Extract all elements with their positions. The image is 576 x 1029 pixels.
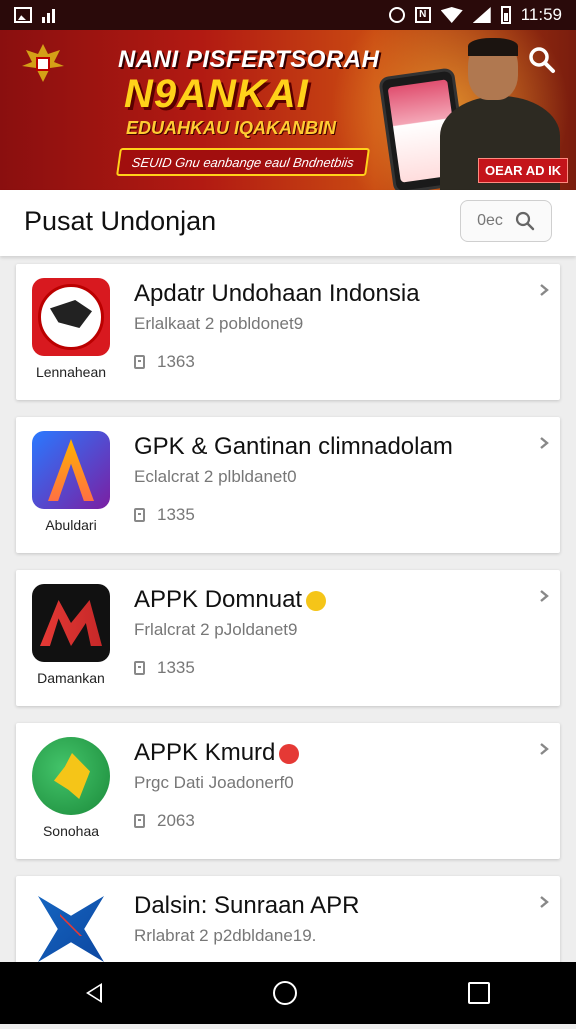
- emoji-icon: [279, 743, 300, 764]
- app-size: 2063: [157, 811, 195, 830]
- app-title: APPK Domnuat: [134, 586, 327, 614]
- app-logo-caption: Sonohaa: [42, 823, 100, 839]
- chevron-right-icon: [540, 896, 549, 908]
- battery-icon: [500, 6, 511, 24]
- app-logo-caption: Abuldari: [45, 517, 97, 533]
- banner-title-line2: N9ANKAI: [124, 72, 309, 116]
- chevron-right-icon: [540, 437, 549, 449]
- app-list: Lennahean Apdatr Undohaan Indonsia Erlal…: [16, 264, 560, 1029]
- app-size: 1363: [157, 352, 195, 371]
- search-input[interactable]: 0ec: [460, 200, 552, 242]
- app-subtitle: Rrlabrat 2 p2dbldane19.: [134, 926, 317, 945]
- app-logo-caption: Lennahean: [35, 364, 107, 380]
- file-size-icon: [134, 661, 145, 675]
- alarm-icon: [388, 7, 405, 23]
- search-placeholder: 0ec: [477, 212, 503, 229]
- app-title-text: APPK Domnuat: [134, 586, 303, 613]
- app-title: GPK & Gantinan climnadolam: [134, 433, 453, 460]
- status-bar: N 11:59: [0, 0, 576, 30]
- app-subtitle: Frlalcrat 2 pJoldanet9: [134, 620, 298, 639]
- file-size-icon: [134, 355, 145, 369]
- back-icon[interactable]: [85, 983, 102, 1003]
- chevron-right-icon: [540, 590, 549, 602]
- app-title-text: Dalsin: Sunraan APR: [134, 892, 360, 919]
- banner-cta-button[interactable]: OEAR AD IK: [478, 158, 569, 183]
- wifi-icon: [440, 7, 463, 23]
- banner-tagline: SEUID Gnu eanbange eaul Bndnetbiis: [116, 148, 370, 176]
- garuda-emblem-icon: [22, 44, 64, 82]
- app-logo-icon: [32, 431, 110, 509]
- search-icon[interactable]: [528, 46, 556, 74]
- list-item[interactable]: Lennahean Apdatr Undohaan Indonsia Erlal…: [16, 264, 560, 400]
- app-subtitle: Eclalcrat 2 plbldanet0: [134, 467, 297, 486]
- banner-title-line3: EDUAHKAU IQAKANBIN: [126, 118, 336, 138]
- app-logo-icon: [32, 584, 110, 662]
- page-title: Pusat Undonjan: [24, 206, 217, 236]
- nfc-icon: N: [414, 7, 431, 23]
- cell-signal-icon: [472, 7, 491, 23]
- list-item[interactable]: Abuldari GPK & Gantinan climnadolam Ecla…: [16, 417, 560, 553]
- search-icon: [515, 211, 535, 231]
- clock: 11:59: [520, 5, 562, 24]
- app-title-text: APPK Kmurd: [134, 739, 276, 766]
- list-item[interactable]: Damankan APPK Domnuat Frlalcrat 2 pJolda…: [16, 570, 560, 706]
- app-title: APPK Kmurd: [134, 739, 300, 767]
- app-logo-caption: Damankan: [37, 670, 105, 686]
- emoji-icon: [306, 590, 327, 611]
- app-logo-icon: [32, 890, 110, 968]
- file-size-icon: [134, 814, 145, 828]
- chevron-right-icon: [540, 743, 549, 755]
- page-header: Pusat Undonjan 0ec: [0, 190, 576, 256]
- banner-title-line1: NANI PISFERTSORAH: [118, 46, 380, 73]
- app-subtitle: Erlalkaat 2 pobldonet9: [134, 314, 304, 333]
- app-size: 1335: [157, 505, 195, 524]
- app-title: Dalsin: Sunraan APR: [134, 892, 359, 920]
- app-logo-icon: [32, 737, 110, 815]
- home-icon[interactable]: [272, 981, 297, 1005]
- app-title: Apdatr Undohaan Indonsia: [134, 280, 420, 307]
- app-subtitle: Prgc Dati Joadonerf0: [134, 773, 294, 792]
- chevron-right-icon: [540, 284, 549, 296]
- file-size-icon: [134, 508, 145, 522]
- chart-notification-icon: [42, 7, 60, 23]
- promo-banner[interactable]: NANI PISFERTSORAH N9ANKAI EDUAHKAU IQAKA…: [0, 30, 576, 190]
- recent-apps-icon[interactable]: [468, 982, 491, 1004]
- system-nav-bar: [0, 962, 576, 1024]
- list-item[interactable]: Sonohaa APPK Kmurd Prgc Dati Joadonerf0 …: [16, 723, 560, 859]
- app-logo-icon: [32, 278, 110, 356]
- gallery-notification-icon: [14, 7, 32, 23]
- app-size: 1335: [157, 658, 195, 677]
